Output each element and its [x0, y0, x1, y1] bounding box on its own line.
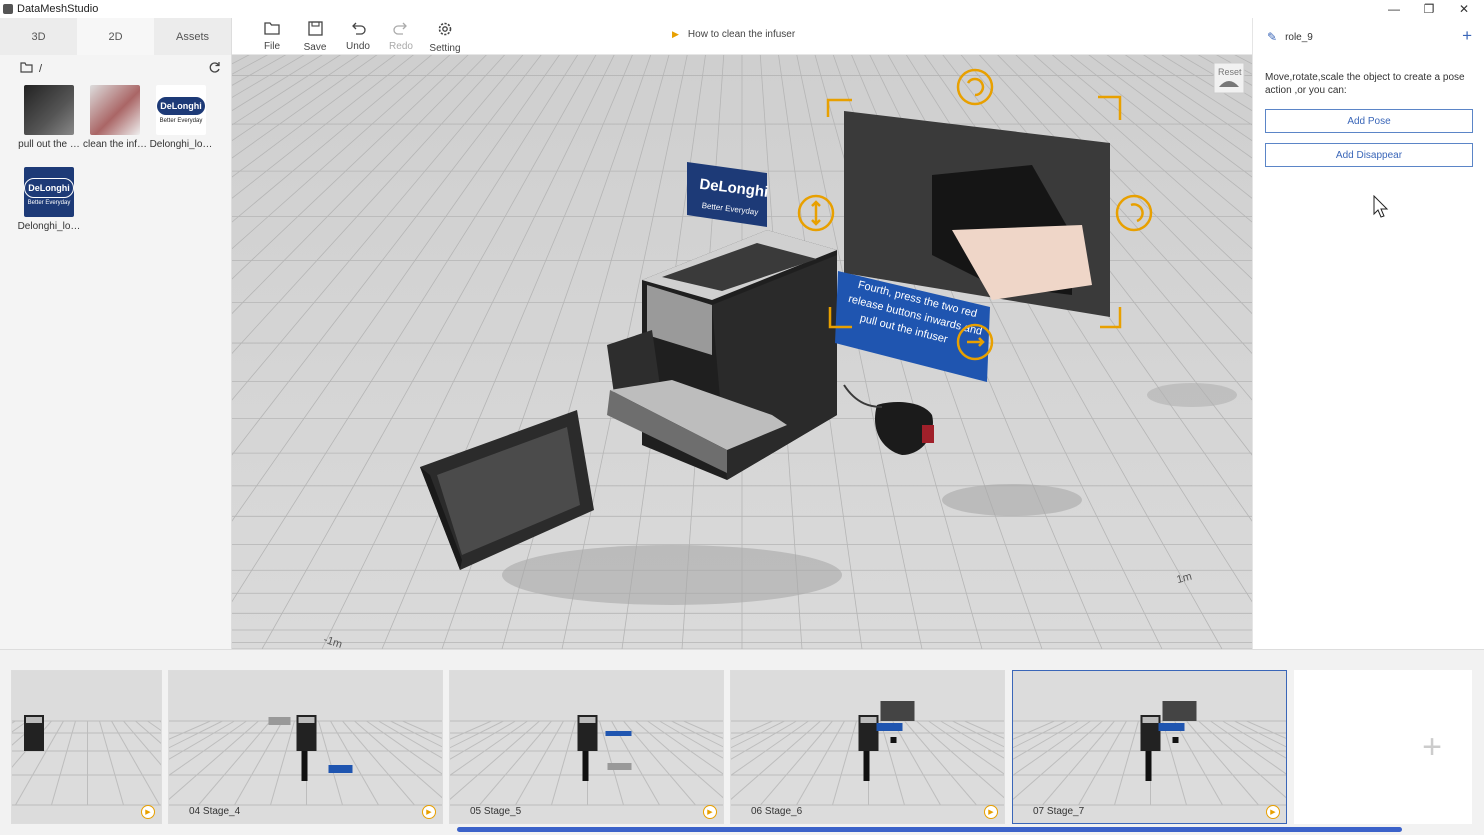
- close-button[interactable]: ✕: [1446, 0, 1482, 18]
- maximize-button[interactable]: ❐: [1411, 0, 1447, 18]
- undo-label: Undo: [346, 41, 370, 52]
- asset-item[interactable]: pull out the …: [16, 85, 82, 167]
- add-pose-button[interactable]: Add Pose: [1265, 109, 1473, 133]
- delonghi-logo: DeLonghi: [24, 178, 74, 198]
- reset-view-button[interactable]: Reset: [1213, 62, 1245, 94]
- asset-grid: pull out the … clean the inf… DeLonghi B…: [0, 83, 231, 249]
- refresh-icon[interactable]: [208, 61, 221, 77]
- timeline-scrollbar[interactable]: [457, 827, 1402, 832]
- save-button[interactable]: Save: [295, 21, 335, 53]
- stage-card[interactable]: ▶: [11, 670, 162, 824]
- gear-icon: [437, 21, 453, 41]
- add-disappear-button[interactable]: Add Disappear: [1265, 143, 1473, 167]
- add-icon[interactable]: +: [1462, 26, 1472, 46]
- role-name[interactable]: role_9: [1285, 32, 1313, 43]
- asset-thumbnail: DeLonghi Better Everyday: [24, 167, 74, 217]
- save-label: Save: [303, 42, 327, 53]
- setting-button[interactable]: Setting: [425, 21, 465, 54]
- stage-preview: [1013, 671, 1286, 823]
- stage-card[interactable]: 06 Stage_6 ▶: [730, 670, 1005, 824]
- shadow: [942, 484, 1082, 516]
- play-icon[interactable]: ▶: [1266, 805, 1280, 819]
- file-button[interactable]: File: [252, 21, 292, 53]
- redo-icon: [393, 21, 409, 39]
- asset-item[interactable]: DeLonghi Better Everyday Delonghi_lo…: [148, 85, 214, 167]
- add-stage-button[interactable]: +: [1294, 670, 1472, 824]
- role-header: ✎ role_9: [1267, 30, 1313, 44]
- stage-card[interactable]: 04 Stage_4 ▶: [168, 670, 443, 824]
- stage-label: 06 Stage_6: [751, 806, 803, 817]
- reset-label: Reset: [1218, 67, 1242, 77]
- stage-preview: [12, 671, 161, 823]
- play-icon[interactable]: ▶: [422, 805, 436, 819]
- title-bar: DataMeshStudio — ❐ ✕: [0, 0, 1484, 18]
- logo-tagline: Better Everyday: [159, 118, 203, 124]
- undo-button[interactable]: Undo: [338, 21, 378, 53]
- folder-icon[interactable]: [20, 62, 33, 76]
- stage-preview: [450, 671, 723, 823]
- play-icon[interactable]: ▶: [703, 805, 717, 819]
- play-icon[interactable]: ▶: [984, 805, 998, 819]
- asset-label: Delonghi_lo…: [149, 139, 213, 150]
- stage-preview: [731, 671, 1004, 823]
- stage-timeline: ▶ 04 Stage_4 ▶ 05 Stage_5 ▶ 06 Stage_6 ▶…: [0, 649, 1484, 835]
- save-icon: [307, 21, 323, 40]
- tab-assets[interactable]: Assets: [154, 18, 231, 55]
- redo-label: Redo: [389, 41, 413, 52]
- asset-thumbnail: DeLonghi Better Everyday: [156, 85, 206, 135]
- asset-label: clean the inf…: [83, 139, 147, 150]
- shadow: [1147, 383, 1237, 407]
- undo-icon: [350, 21, 366, 39]
- stage-title[interactable]: ▶ How to clean the infuser: [672, 29, 795, 40]
- minimize-button[interactable]: —: [1376, 0, 1412, 18]
- delonghi-logo: DeLonghi: [156, 96, 206, 116]
- redo-button[interactable]: Redo: [381, 21, 421, 53]
- tab-3d[interactable]: 3D: [0, 18, 77, 55]
- folder-icon: [264, 21, 280, 39]
- stage-card[interactable]: 05 Stage_5 ▶: [449, 670, 724, 824]
- asset-thumbnail: [24, 85, 74, 135]
- setting-label: Setting: [429, 43, 461, 54]
- asset-item[interactable]: DeLonghi Better Everyday Delonghi_lo…: [16, 167, 82, 249]
- pencil-icon[interactable]: ✎: [1267, 30, 1277, 44]
- current-path: /: [39, 63, 43, 75]
- stage-title-text: How to clean the infuser: [687, 29, 796, 40]
- stage-label: 05 Stage_5: [470, 806, 522, 817]
- left-panel: 3D 2D Assets / pull out the … clean the …: [0, 18, 232, 649]
- asset-label: Delonghi_lo…: [17, 221, 81, 232]
- 3d-viewport[interactable]: DeLonghi Better Everyday Fourth, press t…: [232, 55, 1252, 649]
- shadow: [502, 545, 842, 605]
- toolbar: File Save Undo Redo Setting ▶ How to cle…: [232, 18, 1252, 55]
- play-icon: ▶: [672, 29, 679, 39]
- asset-item[interactable]: clean the inf…: [82, 85, 148, 167]
- right-panel: ✎ role_9 + Move,rotate,scale the object …: [1252, 18, 1484, 649]
- stage-preview: [169, 671, 442, 823]
- stage-label: 07 Stage_7: [1033, 806, 1085, 817]
- scene-canvas[interactable]: DeLonghi Better Everyday Fourth, press t…: [232, 55, 1252, 649]
- play-icon[interactable]: ▶: [141, 805, 155, 819]
- file-label: File: [263, 41, 281, 52]
- tab-2d[interactable]: 2D: [77, 18, 154, 55]
- logo-tagline: Better Everyday: [27, 200, 71, 206]
- mouse-cursor-icon: [1373, 195, 1389, 218]
- path-bar: /: [0, 55, 231, 83]
- panel-tabs: 3D 2D Assets: [0, 18, 231, 55]
- asset-thumbnail: [90, 85, 140, 135]
- stage-card-selected[interactable]: 07 Stage_7 ▶: [1012, 670, 1287, 824]
- pose-hint: Move,rotate,scale the object to create a…: [1265, 72, 1465, 96]
- stage-label: 04 Stage_4: [189, 806, 241, 817]
- app-icon: [3, 4, 13, 14]
- app-title: DataMeshStudio: [17, 3, 99, 15]
- asset-label: pull out the …: [18, 139, 80, 150]
